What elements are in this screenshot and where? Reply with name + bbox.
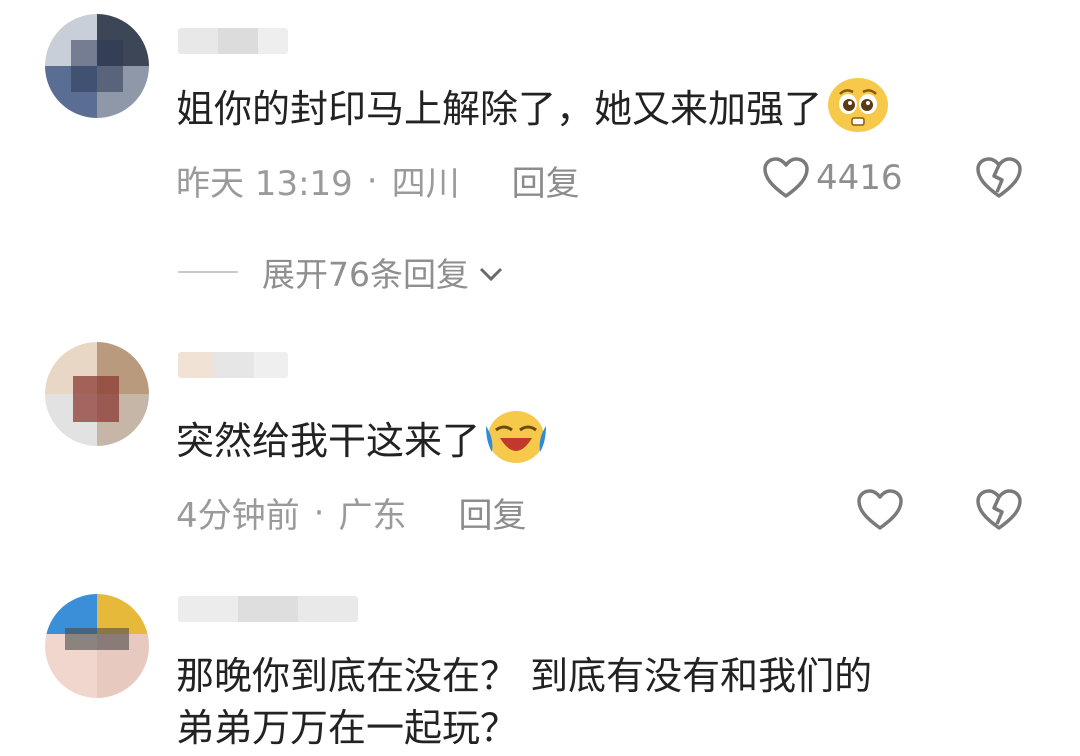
dislike-button[interactable] [975,488,1023,536]
heart-outline-icon [762,156,810,200]
comment-time: 昨天 13:19 [176,164,353,204]
reply-button[interactable]: 回复 [458,488,526,537]
laughing-crying-emoji [484,408,548,479]
avatar[interactable] [45,342,149,446]
comment-text-line-1: 那晚你到底在没在？ 到底有没有和我们的 [176,654,873,698]
reply-button[interactable]: 回复 [512,156,580,205]
comment-text: 那晚你到底在没在？ 到底有没有和我们的 弟弟万万在一起玩？ [176,650,872,754]
like-count: 4416 [816,158,903,198]
username-blurred[interactable] [178,596,358,622]
avatar[interactable] [45,14,149,118]
username-blurred[interactable] [178,352,288,378]
username-blurred[interactable] [178,28,288,54]
meta-separator: · [313,492,325,533]
comment-text-line-2: 弟弟万万在一起玩？ [176,706,519,750]
comment-meta: 4分钟前 · 广东 回复 [176,488,526,537]
heart-outline-icon [856,488,904,532]
meta-separator: · [366,160,378,201]
avatar[interactable] [45,594,149,698]
like-button[interactable]: 4416 [762,156,903,200]
comment-text: 突然给我干这来了 [176,408,548,479]
expand-replies-button[interactable]: 展开76条回复 [178,248,505,296]
dislike-button[interactable] [975,156,1023,204]
chevron-down-icon [477,253,505,292]
broken-heart-icon [975,489,1023,536]
comment-time: 4分钟前 [176,496,300,536]
comment-meta: 昨天 13:19 · 四川 回复 [176,156,580,205]
pleading-face-emoji [826,76,890,147]
expand-divider [178,271,238,273]
comment-location: 四川 [391,164,460,204]
expand-replies-label: 展开76条回复 [262,255,469,294]
broken-heart-icon [975,157,1023,204]
comment-text: 姐你的封印马上解除了，她又来加强了 [176,76,890,147]
comment-location: 广东 [338,496,407,536]
like-button[interactable] [856,488,904,532]
